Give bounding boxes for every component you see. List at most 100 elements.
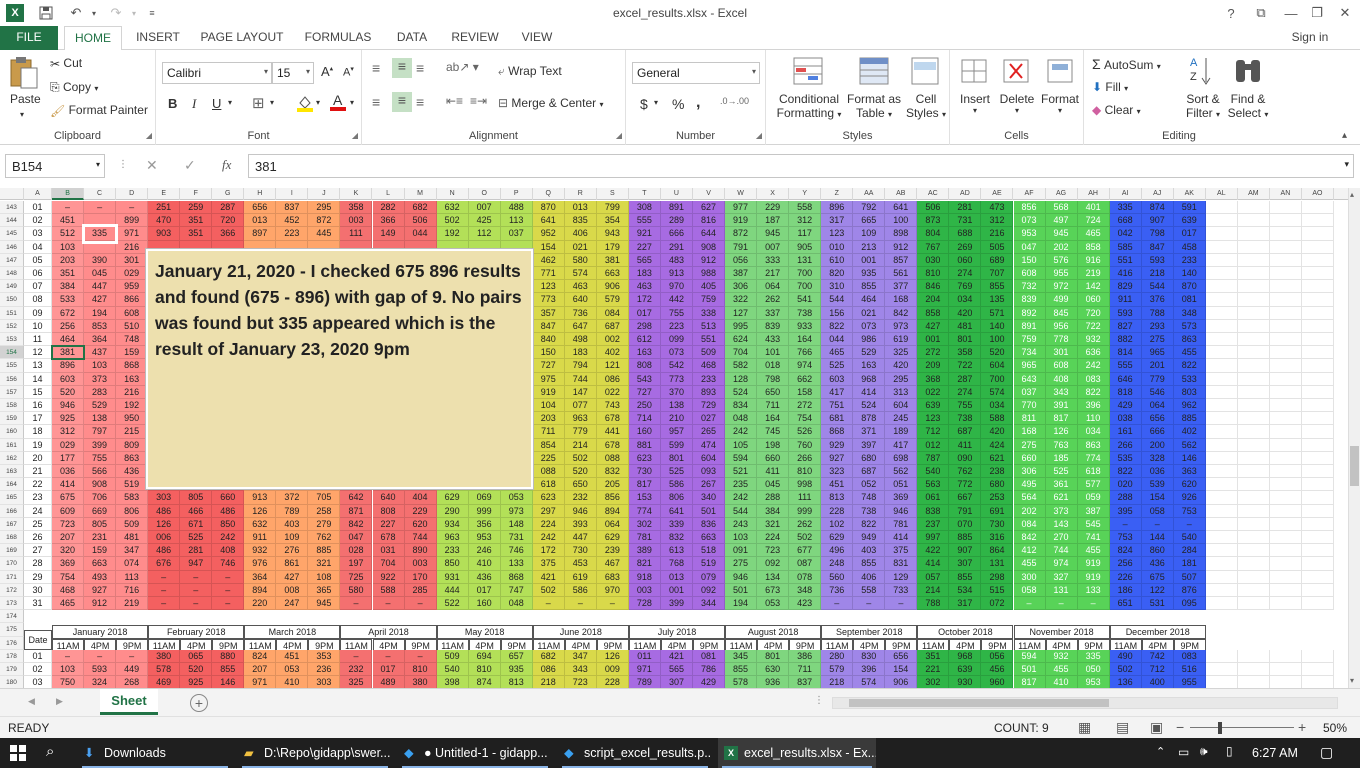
row-header[interactable]: 168 bbox=[0, 531, 24, 545]
table-cell[interactable]: 723 bbox=[52, 517, 85, 531]
autosum-button[interactable]: Σ AutoSum ▾ bbox=[1092, 56, 1161, 72]
table-cell[interactable]: 732 bbox=[1013, 280, 1046, 294]
grow-font-icon[interactable]: A▴ bbox=[321, 64, 333, 79]
empty-cell[interactable] bbox=[1269, 465, 1302, 479]
table-cell[interactable]: 593 bbox=[1141, 253, 1174, 267]
empty-cell[interactable] bbox=[1237, 425, 1270, 439]
table-cell[interactable]: 816 bbox=[693, 214, 726, 228]
table-cell[interactable]: 187 bbox=[757, 214, 790, 228]
table-cell[interactable]: 573 bbox=[1173, 319, 1206, 333]
table-cell[interactable]: 291 bbox=[660, 240, 693, 254]
table-cell[interactable]: 502 bbox=[789, 531, 822, 545]
empty-cell[interactable] bbox=[1205, 517, 1238, 531]
row-header[interactable]: 145 bbox=[0, 227, 24, 241]
table-cell[interactable]: 017 bbox=[372, 663, 405, 677]
table-cell[interactable]: 794 bbox=[564, 359, 597, 373]
table-cell[interactable]: 905 bbox=[789, 240, 822, 254]
table-cell[interactable]: 037 bbox=[500, 227, 533, 241]
delete-button[interactable]: Delete ▾ bbox=[998, 92, 1036, 115]
table-cell[interactable]: – bbox=[1045, 597, 1078, 611]
table-cell[interactable]: 083 bbox=[1173, 649, 1206, 663]
empty-cell[interactable] bbox=[1269, 676, 1302, 688]
table-cell[interactable]: 799 bbox=[596, 201, 629, 215]
table-cell[interactable]: 084 bbox=[596, 306, 629, 320]
table-cell[interactable]: 425 bbox=[468, 214, 501, 228]
table-cell[interactable]: 620 bbox=[1173, 478, 1206, 492]
table-cell[interactable]: 423 bbox=[789, 597, 822, 611]
column-header-b[interactable]: B bbox=[52, 188, 85, 200]
table-cell[interactable]: 339 bbox=[660, 517, 693, 531]
table-cell[interactable]: 576 bbox=[1045, 253, 1078, 267]
empty-cell[interactable] bbox=[1205, 451, 1238, 465]
table-cell[interactable]: 258 bbox=[308, 504, 341, 518]
table-cell[interactable]: 364 bbox=[84, 333, 117, 347]
table-cell[interactable]: 935 bbox=[500, 663, 533, 677]
empty-cell[interactable] bbox=[1269, 412, 1302, 426]
table-cell[interactable]: 520 bbox=[180, 663, 213, 677]
tab-split-grip-icon[interactable]: ⋮ bbox=[814, 695, 824, 706]
table-cell[interactable]: 608 bbox=[1013, 267, 1046, 281]
table-cell[interactable]: 465 bbox=[821, 346, 854, 360]
enter-entry-icon[interactable]: ✓ bbox=[184, 157, 196, 174]
table-cell[interactable]: 911 bbox=[1109, 293, 1142, 307]
table-cell[interactable]: 574 bbox=[981, 385, 1014, 399]
zoom-out-icon[interactable]: − bbox=[1176, 719, 1184, 735]
table-cell[interactable]: 956 bbox=[1045, 319, 1078, 333]
table-cell[interactable]: 154 bbox=[885, 663, 918, 677]
table-cell[interactable]: 506 bbox=[917, 201, 950, 215]
column-header-aa[interactable]: AA bbox=[853, 188, 886, 200]
table-cell[interactable]: 668 bbox=[1109, 214, 1142, 228]
empty-cell[interactable] bbox=[1301, 570, 1334, 584]
table-cell[interactable]: 140 bbox=[981, 319, 1014, 333]
table-cell[interactable]: 242 bbox=[725, 425, 758, 439]
insert-button[interactable]: Insert ▾ bbox=[958, 92, 992, 115]
table-cell[interactable]: 505 bbox=[981, 240, 1014, 254]
table-cell[interactable]: 881 bbox=[628, 438, 661, 452]
empty-cell[interactable] bbox=[1301, 267, 1334, 281]
table-cell[interactable]: 404 bbox=[404, 491, 437, 505]
table-cell[interactable]: 579 bbox=[821, 663, 854, 677]
empty-cell[interactable] bbox=[1237, 227, 1270, 241]
table-cell[interactable]: 078 bbox=[789, 570, 822, 584]
table-cell[interactable]: 327 bbox=[1045, 570, 1078, 584]
table-cell[interactable]: 627 bbox=[693, 201, 726, 215]
table-cell[interactable]: 919 bbox=[725, 214, 758, 228]
table-cell[interactable]: 973 bbox=[885, 319, 918, 333]
table-cell[interactable]: 855 bbox=[981, 280, 1014, 294]
table-cell[interactable]: 135 bbox=[981, 293, 1014, 307]
find-select-button[interactable]: Find & Select ▾ bbox=[1226, 92, 1270, 120]
table-cell[interactable]: 493 bbox=[84, 570, 117, 584]
row-header[interactable]: 148 bbox=[0, 267, 24, 281]
table-cell[interactable]: 603 bbox=[821, 372, 854, 386]
table-cell[interactable]: 470 bbox=[148, 214, 181, 228]
empty-cell[interactable] bbox=[1237, 517, 1270, 531]
table-cell[interactable]: 133 bbox=[1077, 583, 1110, 597]
table-cell[interactable]: 837 bbox=[276, 201, 309, 215]
table-cell[interactable]: 927 bbox=[821, 451, 854, 465]
table-cell[interactable]: 368 bbox=[917, 372, 950, 386]
table-cell[interactable]: 192 bbox=[436, 227, 469, 241]
table-cell[interactable]: 750 bbox=[52, 676, 85, 688]
table-cell[interactable]: 295 bbox=[308, 201, 341, 215]
date-cell[interactable]: 29 bbox=[24, 570, 52, 584]
table-cell[interactable]: 220 bbox=[244, 597, 277, 611]
table-cell[interactable]: 824 bbox=[244, 649, 277, 663]
table-cell[interactable]: 153 bbox=[628, 491, 661, 505]
table-cell[interactable]: 792 bbox=[853, 201, 886, 215]
table-cell[interactable]: 672 bbox=[52, 306, 85, 320]
table-cell[interactable]: 393 bbox=[564, 517, 597, 531]
table-cell[interactable]: 561 bbox=[885, 267, 918, 281]
table-cell[interactable]: 219 bbox=[116, 597, 149, 611]
table-cell[interactable]: 722 bbox=[1077, 319, 1110, 333]
date-cell[interactable]: 03 bbox=[24, 227, 52, 241]
table-cell[interactable]: 955 bbox=[1045, 267, 1078, 281]
table-cell[interactable]: 321 bbox=[308, 557, 341, 571]
table-cell[interactable]: 192 bbox=[116, 399, 149, 413]
table-cell[interactable]: 262 bbox=[789, 517, 822, 531]
table-cell[interactable]: 347 bbox=[116, 544, 149, 558]
table-cell[interactable]: 308 bbox=[628, 201, 661, 215]
table-cell[interactable]: 623 bbox=[628, 451, 661, 465]
table-cell[interactable]: 730 bbox=[564, 544, 597, 558]
table-cell[interactable]: 925 bbox=[52, 412, 85, 426]
column-header-a[interactable]: A bbox=[24, 188, 52, 200]
